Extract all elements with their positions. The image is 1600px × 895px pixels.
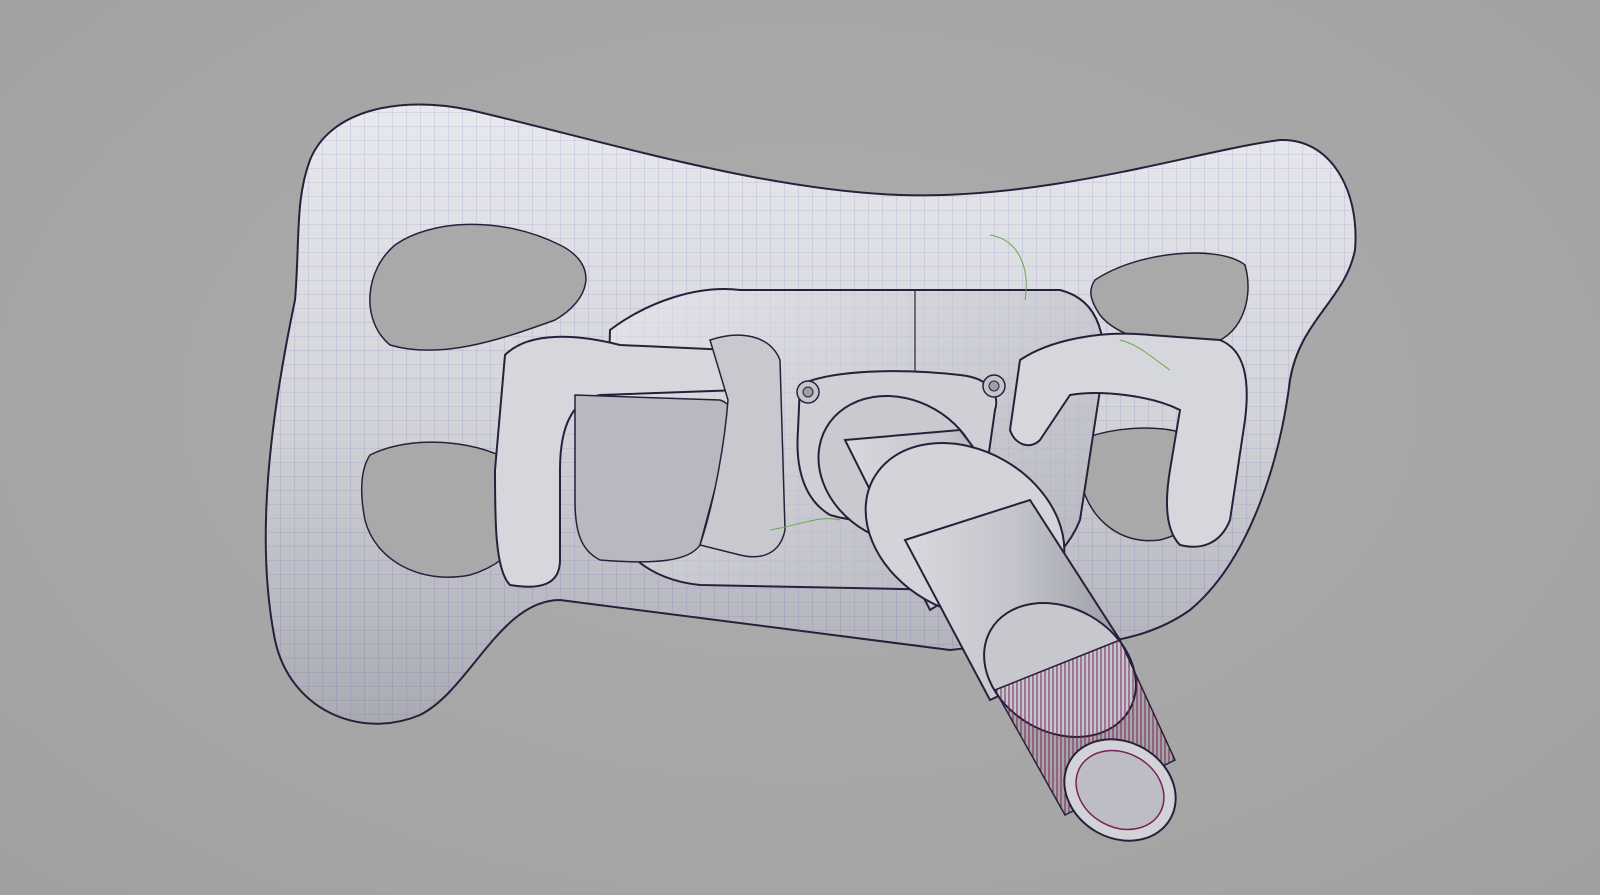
modeling-viewport[interactable] [0, 0, 1600, 895]
steering-wheel-model[interactable] [0, 0, 1600, 895]
bolt-icon [802, 386, 814, 398]
bolt-icon [988, 380, 1000, 392]
left-paddle-bracket[interactable] [493, 334, 786, 588]
